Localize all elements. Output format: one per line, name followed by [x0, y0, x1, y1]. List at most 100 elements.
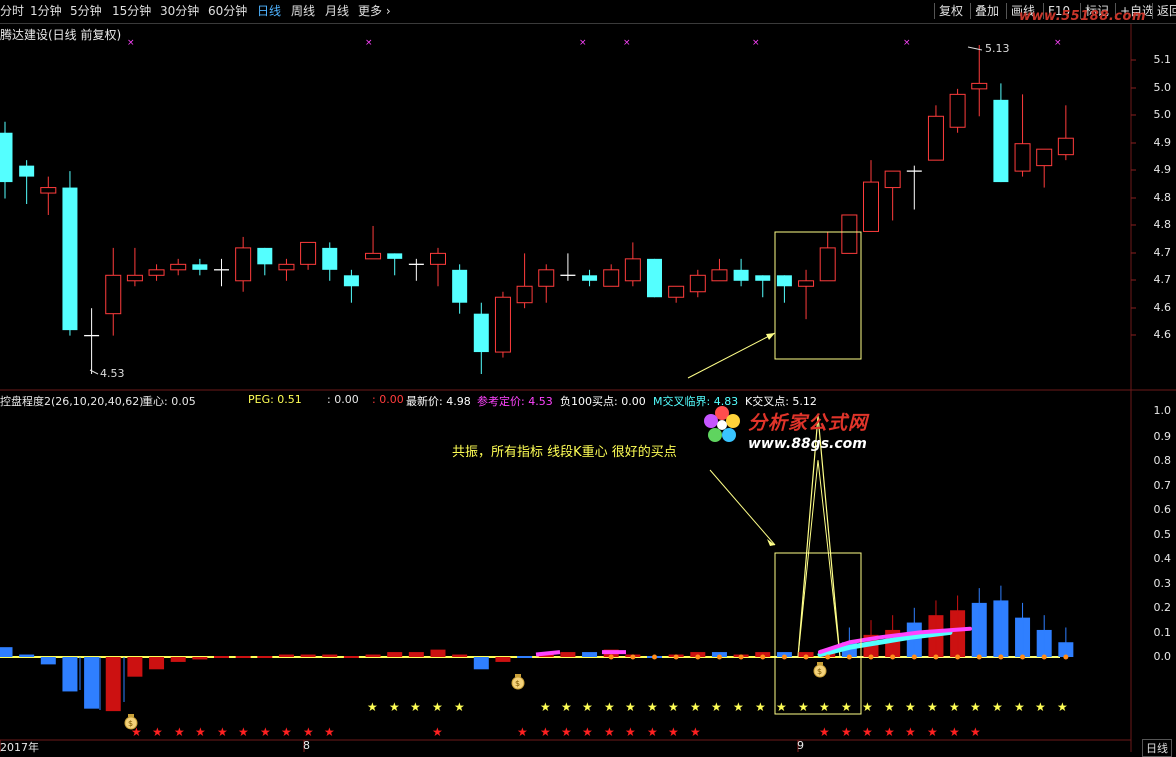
signal-mark: ×: [752, 38, 760, 48]
yellow-star-icon: ★: [927, 700, 938, 714]
histogram-bar: [192, 657, 208, 660]
period-indicator[interactable]: 日线: [1142, 739, 1172, 757]
red-star-icon: ★: [905, 725, 916, 739]
magenta-line: [535, 650, 561, 657]
yellow-star-icon: ★: [604, 700, 615, 714]
yellow-star-icon: ★: [432, 700, 443, 714]
red-star-icon: ★: [604, 725, 615, 739]
yellow-star-icon: ★: [668, 700, 679, 714]
indicator-red: : 0.00: [372, 393, 404, 406]
red-star-icon: ★: [174, 725, 185, 739]
histogram-bar: [127, 657, 143, 677]
red-star-icon: ★: [517, 725, 528, 739]
dot-marker: [760, 654, 766, 660]
dot-marker: [695, 654, 701, 660]
yellow-star-icon: ★: [862, 700, 873, 714]
dot-marker: [868, 654, 874, 660]
indicator-m-cross: M交叉临界: 4.83: [653, 395, 739, 408]
candle: [1057, 105, 1074, 161]
yellow-star-icon: ★: [540, 700, 551, 714]
dot-marker: [673, 654, 679, 660]
yellow-star-icon: ★: [582, 700, 593, 714]
red-star-icon: ★: [927, 725, 938, 739]
yellow-star-icon: ★: [841, 700, 852, 714]
dot-marker: [652, 654, 657, 660]
yellow-star-icon: ★: [367, 700, 378, 714]
candle: [884, 170, 901, 221]
price-chart[interactable]: × × × × × × × ★ ★ ★ ★ ★ ★ ★ ★ ★ ★ ★ ★ ★ ★ ★ ★ ★ ★ ★ ★ ★ ★ ★ ★ ★ ★ ★ ★ ★ ★ ★ ★…: [0, 0, 1176, 752]
histogram-bar: [560, 652, 576, 657]
yellow-star-icon: ★: [755, 700, 766, 714]
candle: [603, 264, 620, 287]
yellow-star-icon: ★: [1014, 700, 1025, 714]
histogram-bar: [214, 656, 229, 658]
histogram-bar: [473, 657, 489, 670]
dot-marker: [738, 654, 744, 660]
histogram-bar: [170, 657, 186, 662]
candle: [993, 83, 1009, 183]
dot-marker: [998, 654, 1004, 660]
indicator-tick: 0.8: [1153, 454, 1172, 467]
candle: [1014, 94, 1031, 177]
spike-line: [797, 460, 841, 658]
yellow-star-icon: ★: [561, 700, 572, 714]
histogram-bar: [84, 657, 100, 709]
red-star-icon: ★: [668, 725, 679, 739]
indicator-neg100: 负100买点: 0.00: [560, 395, 646, 408]
price-tick: 5.1: [1153, 53, 1172, 66]
yellow-star-icon: ★: [625, 700, 636, 714]
yellow-star-icon: ★: [819, 700, 830, 714]
price-tick: 4.6: [1153, 301, 1172, 314]
red-star-icon: ★: [540, 725, 551, 739]
red-star-icon: ★: [303, 725, 314, 739]
red-star-icon: ★: [862, 725, 873, 739]
date-tick: 2017年: [0, 741, 39, 754]
yellow-star-icon: ★: [733, 700, 744, 714]
candle: [647, 258, 662, 298]
annotation-text: 共振，所有指标 线段K重心 很好的买点: [452, 445, 677, 460]
dot-marker: [1020, 654, 1026, 660]
candle: [819, 231, 836, 282]
dot-marker: [803, 654, 809, 660]
candle: [733, 258, 749, 287]
red-star-icon: ★: [152, 725, 163, 739]
candle: [798, 269, 815, 320]
svg-text:$: $: [817, 667, 822, 676]
histogram-bar: [257, 656, 273, 658]
candle: [949, 88, 966, 133]
candle: [105, 247, 122, 336]
histogram-bar: [408, 652, 424, 657]
min-price-label: 4.53: [100, 367, 125, 380]
candle: [62, 171, 78, 336]
yellow-star-icon: ★: [776, 700, 787, 714]
price-tick: 4.9: [1153, 163, 1172, 176]
histogram-bar: [62, 657, 78, 692]
histogram-bar: [40, 657, 56, 665]
indicator-tick: 0.4: [1153, 552, 1172, 565]
dot-marker: [825, 654, 831, 660]
dot-marker: [911, 654, 917, 660]
yellow-star-icon: ★: [454, 700, 465, 714]
date-tick: 8: [303, 739, 310, 752]
indicator-zhongxin: 重心: 0.05: [142, 395, 196, 408]
histogram-bar: [430, 649, 446, 657]
candle: [689, 269, 706, 298]
yellow-star-icon: ★: [970, 700, 981, 714]
yellow-star-icon: ★: [711, 700, 722, 714]
histogram-bar: [322, 654, 338, 657]
red-star-icon: ★: [949, 725, 960, 739]
candle: [538, 264, 555, 303]
dot-marker: [630, 654, 636, 660]
yellow-star-icon: ★: [949, 700, 960, 714]
candle: [668, 285, 685, 303]
money-bag-icon: $: [511, 674, 525, 690]
dot-marker: [933, 654, 939, 660]
candle: [452, 264, 468, 314]
histogram-bar: [19, 654, 35, 657]
money-bag-icon: $: [813, 662, 827, 678]
signal-mark: ×: [623, 38, 631, 48]
arrow-indicator: [709, 469, 776, 546]
dot-marker: [890, 654, 896, 660]
red-star-icon: ★: [561, 725, 572, 739]
indicator-ref-price: 参考定价: 4.53: [477, 395, 553, 408]
